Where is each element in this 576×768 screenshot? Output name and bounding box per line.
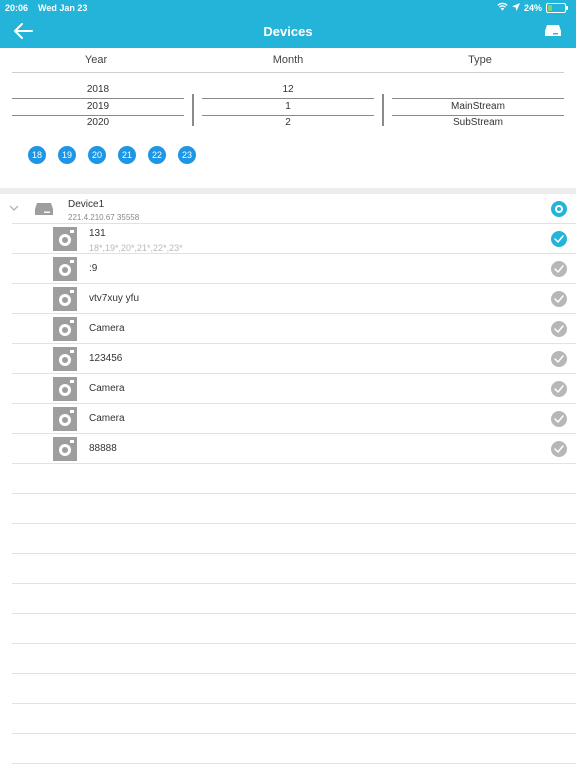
battery-percent: 24% bbox=[523, 2, 542, 13]
status-bar: 20:06 Wed Jan 23 24% bbox=[0, 0, 576, 16]
empty-row bbox=[12, 584, 576, 614]
device-name: Device1 bbox=[68, 199, 105, 210]
type-option[interactable] bbox=[392, 82, 564, 98]
camera-list: 131 18*,19*,20*,21*,22*,23* :9 vtv7xuy yfu C… bbox=[0, 224, 576, 464]
camera-row[interactable]: 123456 bbox=[12, 344, 576, 374]
dvr-icon bbox=[545, 25, 561, 36]
month-option[interactable]: 2 bbox=[202, 115, 374, 131]
empty-row bbox=[12, 674, 576, 704]
camera-recorded-days: 18*,19*,20*,21*,22*,23* bbox=[89, 243, 183, 253]
unchecked-icon[interactable] bbox=[551, 381, 567, 397]
status-time: 20:06 bbox=[5, 3, 29, 13]
camera-icon bbox=[53, 407, 77, 431]
camera-row[interactable]: vtv7xuy yfu bbox=[12, 284, 576, 314]
empty-row bbox=[12, 494, 576, 524]
empty-row bbox=[12, 704, 576, 734]
camera-name: Camera bbox=[89, 413, 125, 424]
camera-row[interactable]: Camera bbox=[12, 404, 576, 434]
picker-separator bbox=[382, 94, 384, 126]
day-badge[interactable]: 19 bbox=[58, 146, 76, 164]
camera-name: vtv7xuy yfu bbox=[89, 293, 140, 304]
camera-name: 88888 bbox=[89, 443, 117, 454]
day-badge[interactable]: 21 bbox=[118, 146, 136, 164]
month-option-selected[interactable]: 1 bbox=[202, 99, 374, 115]
day-badge[interactable]: 18 bbox=[28, 146, 46, 164]
camera-icon bbox=[53, 377, 77, 401]
empty-row bbox=[12, 464, 576, 494]
camera-icon bbox=[53, 257, 77, 281]
date-type-picker: Year Month Type 2018 2019 2020 12 1 2 Ma… bbox=[0, 48, 576, 188]
camera-name: :9 bbox=[89, 263, 98, 274]
month-selection-line bbox=[202, 115, 374, 116]
day-badge[interactable]: 22 bbox=[148, 146, 166, 164]
camera-name: Camera bbox=[89, 323, 125, 334]
camera-icon bbox=[53, 437, 77, 461]
month-option[interactable]: 12 bbox=[202, 82, 374, 98]
camera-icon bbox=[53, 347, 77, 371]
status-right: 24% bbox=[497, 2, 568, 13]
day-badge[interactable]: 23 bbox=[178, 146, 196, 164]
location-arrow-icon bbox=[511, 2, 520, 13]
checked-icon[interactable] bbox=[551, 231, 567, 247]
year-selection-line bbox=[12, 98, 184, 99]
device-list: Device1 221.4.210.67 35558 131 18*,19*,20… bbox=[0, 194, 576, 764]
camera-name: 131 bbox=[89, 228, 106, 239]
camera-row[interactable]: :9 bbox=[12, 254, 576, 284]
dvr-icon bbox=[35, 203, 53, 215]
type-column-header: Type bbox=[468, 54, 492, 66]
unchecked-icon[interactable] bbox=[551, 411, 567, 427]
camera-row[interactable]: Camera bbox=[12, 314, 576, 344]
unchecked-icon[interactable] bbox=[551, 351, 567, 367]
status-date: Wed Jan 23 bbox=[38, 3, 88, 13]
dvr-button[interactable] bbox=[544, 24, 562, 38]
empty-row bbox=[12, 554, 576, 584]
nav-bar: 20:06 Wed Jan 23 24% Devices bbox=[0, 0, 576, 48]
camera-row[interactable]: 131 18*,19*,20*,21*,22*,23* bbox=[12, 224, 576, 254]
camera-row[interactable]: 88888 bbox=[12, 434, 576, 464]
unchecked-icon[interactable] bbox=[551, 291, 567, 307]
day-badge[interactable]: 20 bbox=[88, 146, 106, 164]
month-selection-line bbox=[202, 98, 374, 99]
wifi-icon bbox=[497, 2, 508, 13]
empty-row bbox=[12, 614, 576, 644]
type-option[interactable]: SubStream bbox=[392, 115, 564, 131]
recorded-days: 18 19 20 21 22 23 bbox=[28, 146, 196, 164]
empty-row bbox=[12, 644, 576, 674]
month-column-header: Month bbox=[272, 54, 304, 66]
empty-row bbox=[12, 524, 576, 554]
camera-name: Camera bbox=[89, 383, 125, 394]
year-option[interactable]: 2018 bbox=[12, 82, 184, 98]
device-select-radio[interactable] bbox=[551, 201, 567, 217]
device-address: 221.4.210.67 35558 bbox=[68, 213, 140, 222]
header-divider bbox=[12, 72, 564, 73]
year-option[interactable]: 2020 bbox=[12, 115, 184, 131]
year-selection-line bbox=[12, 115, 184, 116]
type-option-selected[interactable]: MainStream bbox=[392, 99, 564, 115]
camera-icon bbox=[53, 317, 77, 341]
year-column-header: Year bbox=[84, 54, 108, 66]
device-row[interactable]: Device1 221.4.210.67 35558 bbox=[9, 194, 576, 224]
camera-icon bbox=[53, 227, 77, 251]
chevron-down-icon[interactable] bbox=[8, 203, 20, 213]
camera-name: 123456 bbox=[89, 353, 123, 364]
year-option-selected[interactable]: 2019 bbox=[12, 99, 184, 115]
page-title: Devices bbox=[263, 24, 313, 39]
unchecked-icon[interactable] bbox=[551, 321, 567, 337]
unchecked-icon[interactable] bbox=[551, 261, 567, 277]
camera-icon bbox=[53, 287, 77, 311]
type-selection-line bbox=[392, 98, 564, 99]
camera-row[interactable]: Camera bbox=[12, 374, 576, 404]
picker-separator bbox=[192, 94, 194, 126]
unchecked-icon[interactable] bbox=[551, 441, 567, 457]
empty-row bbox=[12, 734, 576, 764]
battery-charging-icon bbox=[546, 2, 568, 13]
type-selection-line bbox=[392, 115, 564, 116]
